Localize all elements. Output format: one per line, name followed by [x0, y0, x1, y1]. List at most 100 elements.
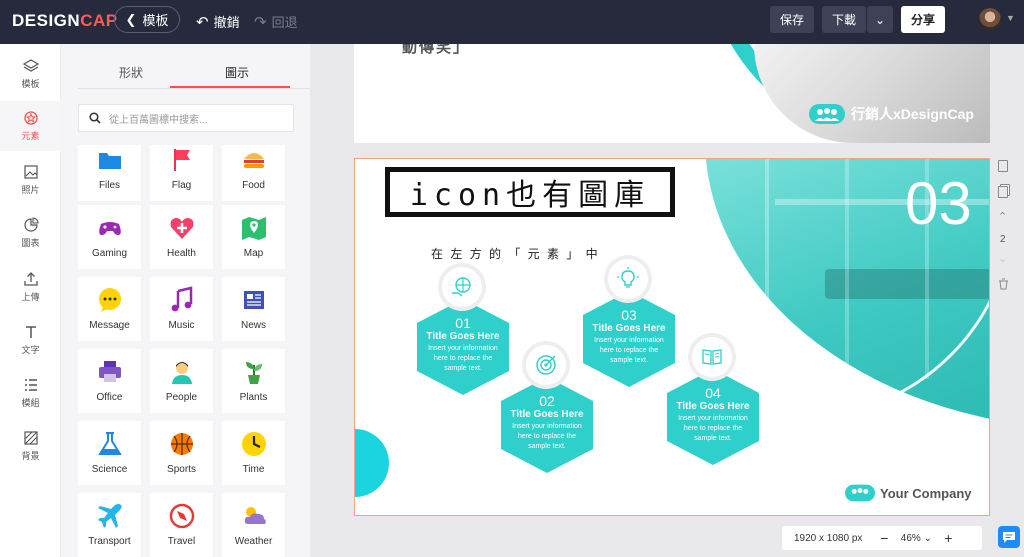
chat-bubble-icon [98, 288, 121, 312]
chart-icon [23, 217, 39, 232]
category-tile-music[interactable]: Music [150, 277, 213, 341]
weather-icon [244, 507, 266, 524]
active-tab-indicator [170, 86, 290, 88]
share-button[interactable]: 分享 [901, 6, 945, 33]
canvas-size-label: 1920 x 1080 px [794, 532, 863, 544]
hex-icon-badge-01 [438, 263, 486, 311]
chevron-down-icon[interactable]: ▼ [1006, 13, 1015, 23]
icon-category-grid: Files Flag Food Gaming Health Map Messag… [78, 145, 294, 557]
target-icon [536, 355, 556, 375]
add-page-icon[interactable] [998, 160, 1008, 172]
big-number[interactable]: 03 [905, 169, 972, 238]
zoom-out-button[interactable]: − [872, 530, 896, 546]
hex-icon-badge-03 [604, 255, 652, 303]
category-tile-people[interactable]: People [150, 349, 213, 413]
elements-icon [23, 111, 38, 125]
nav-item-background[interactable]: 背景 [0, 421, 61, 471]
category-tile-transport[interactable]: Transport [78, 493, 141, 557]
chevron-down-icon: ⌄ [874, 12, 886, 27]
upload-icon [23, 272, 38, 286]
music-note-icon [171, 286, 192, 312]
tab-divider [78, 88, 310, 89]
avatar[interactable] [979, 8, 1001, 30]
top-bar: DESIGNCAP ❮ 模板 ↶ 撤銷 ↷ 回退 保存 下載 ⌄ 分享 ▼ [0, 0, 1024, 44]
logo[interactable]: DESIGNCAP [12, 11, 118, 31]
page-number: 2 [1000, 234, 1006, 245]
undo-button[interactable]: ↶ 撤銷 [196, 12, 240, 31]
plant-icon [245, 362, 262, 384]
photo-icon [23, 165, 38, 179]
chevron-down-icon[interactable]: ⌄ [998, 252, 1007, 265]
trash-icon[interactable] [998, 278, 1009, 293]
tab-icons[interactable]: 圖示 [225, 64, 249, 81]
hand-photo [754, 44, 990, 143]
category-tile-files[interactable]: Files [78, 145, 141, 201]
download-button[interactable]: 下載 [822, 6, 866, 33]
text-icon [25, 326, 36, 338]
category-tile-travel[interactable]: Travel [150, 493, 213, 557]
map-icon [241, 217, 266, 240]
heart-plus-icon [170, 218, 193, 239]
slide-text-fragment[interactable]: 動傳笑」 [402, 44, 470, 57]
category-tile-flag[interactable]: Flag [150, 145, 213, 201]
nav-item-elements[interactable]: 元素 [0, 101, 61, 151]
nav-item-text[interactable]: 文字 [0, 315, 61, 365]
duplicate-page-icon[interactable] [998, 186, 1008, 198]
layers-icon [22, 59, 39, 72]
left-nav: 模板 元素 照片 圖表 上傳 文字 模組 背景 [0, 44, 61, 557]
book-icon [702, 349, 722, 365]
save-button[interactable]: 保存 [770, 6, 814, 33]
nav-item-charts[interactable]: 圖表 [0, 208, 61, 258]
back-to-templates-button[interactable]: ❮ 模板 [114, 6, 180, 33]
cyan-half-circle [355, 429, 389, 497]
hexagon-card-04[interactable]: 04 Title Goes Here Insert your informati… [663, 367, 763, 467]
undo-icon: ↶ [196, 13, 209, 31]
hexagon-card-02[interactable]: 02 Title Goes Here Insert your informati… [497, 375, 597, 475]
slide-page-1[interactable]: 動傳笑」 行銷人xDesignCap [354, 44, 990, 143]
people-group-icon [809, 104, 845, 124]
category-tile-time[interactable]: Time [222, 421, 285, 485]
nav-item-photos[interactable]: 照片 [0, 155, 61, 205]
chat-support-button[interactable] [998, 526, 1020, 548]
category-tile-health[interactable]: Health [150, 205, 213, 269]
slide-page-2[interactable]: 03 icon也有圖庫 在 左 方 的 「 元 素 」 中 01 Title G… [354, 158, 990, 516]
category-tile-map[interactable]: Map [222, 205, 285, 269]
hex-icon-badge-02 [522, 341, 570, 389]
company-lockup[interactable]: Your Company [845, 483, 972, 503]
nav-item-templates[interactable]: 模板 [0, 49, 61, 99]
download-options-button[interactable]: ⌄ [867, 6, 893, 33]
brand-lockup: 行銷人xDesignCap [809, 102, 974, 126]
category-tile-message[interactable]: Message [78, 277, 141, 341]
redo-icon: ↷ [254, 13, 267, 31]
chevron-left-icon: ❮ [125, 11, 137, 27]
chat-icon [1003, 532, 1015, 543]
hex-icon-badge-04 [688, 333, 736, 381]
headline-box[interactable]: icon也有圖庫 [385, 167, 675, 217]
globe-hand-icon [452, 277, 471, 297]
zoom-in-button[interactable]: + [936, 530, 960, 546]
category-tile-news[interactable]: News [222, 277, 285, 341]
zoom-level-select[interactable]: 46% ⌄ [896, 533, 936, 544]
newspaper-icon [243, 291, 264, 309]
folder-icon [98, 153, 121, 169]
tab-shapes[interactable]: 形狀 [119, 64, 143, 81]
category-tile-plants[interactable]: Plants [222, 349, 285, 413]
airplane-icon [97, 504, 122, 528]
category-tile-sports[interactable]: Sports [150, 421, 213, 485]
flask-icon [97, 432, 122, 455]
nav-item-upload[interactable]: 上傳 [0, 262, 61, 312]
chevron-up-icon[interactable]: ⌃ [998, 210, 1007, 223]
redo-button[interactable]: ↷ 回退 [254, 12, 298, 31]
category-tile-office[interactable]: Office [78, 349, 141, 413]
clock-icon [241, 432, 266, 456]
modules-icon [24, 379, 37, 391]
basketball-icon [170, 433, 193, 455]
category-tile-science[interactable]: Science [78, 421, 141, 485]
category-tile-gaming[interactable]: Gaming [78, 205, 141, 269]
burger-icon [243, 153, 264, 168]
nav-item-modules[interactable]: 模組 [0, 368, 61, 418]
subheadline[interactable]: 在 左 方 的 「 元 素 」 中 [431, 245, 600, 262]
category-tile-weather[interactable]: Weather [222, 493, 285, 557]
icon-search-input[interactable]: 從上百萬圖標中搜索... [78, 104, 294, 132]
category-tile-food[interactable]: Food [222, 145, 285, 201]
